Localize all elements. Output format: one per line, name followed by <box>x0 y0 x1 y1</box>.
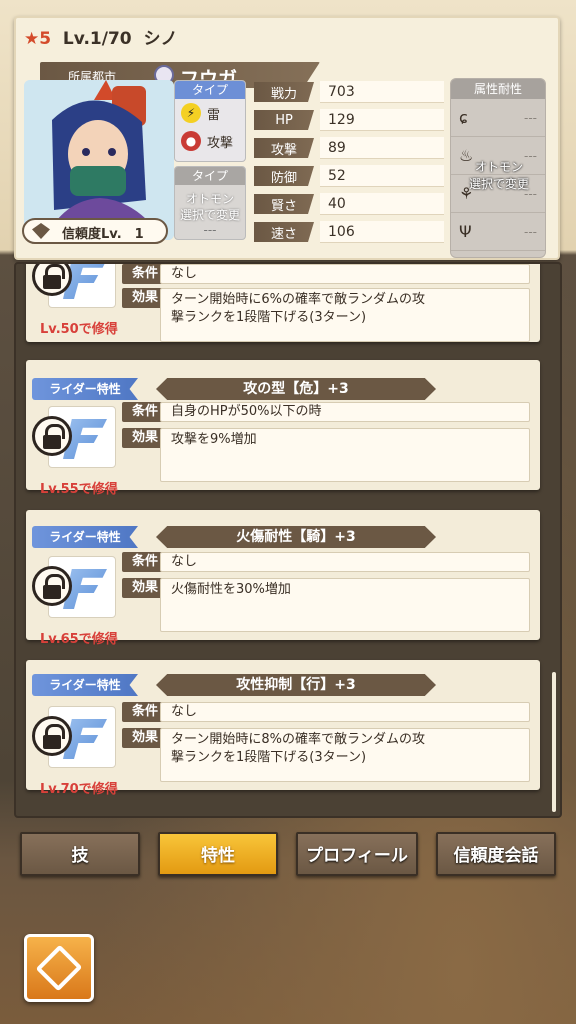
stats-panel: 戦力 703 HP 129 攻撃 89 防御 52 賢さ 40 速さ 106 <box>254 78 444 254</box>
learn-level: Lv.70で修得 <box>40 782 118 797</box>
type-panel: タイプ ⚡ 雷 ● 攻撃 タイプ オトモン 選択で変更 --- <box>174 80 246 240</box>
effect-value: 火傷耐性を30%増加 <box>160 578 530 632</box>
tab-traits[interactable]: 特性 <box>158 832 278 876</box>
lock-icon <box>32 716 72 756</box>
back-button[interactable] <box>24 934 94 1002</box>
skill-card[interactable]: ライダー特性 火傷耐性【騎】+3 Lv.65で修得 条件 なし 効果 火傷耐性を… <box>26 510 540 647</box>
scrollbar[interactable] <box>552 672 556 812</box>
effect-value: ターン開始時に6%の確率で敵ランダムの攻 撃ランクを1段階下げる(3ターン) <box>160 288 530 342</box>
stat-value: 106 <box>320 221 444 243</box>
lock-icon <box>32 416 72 456</box>
skill-card[interactable]: ライダー特性 攻の型【危】+3 Lv.55で修得 条件 自身のHPが50%以下の… <box>26 360 540 497</box>
otomon-dash: --- <box>203 223 217 237</box>
element-label: 雷 <box>207 107 221 123</box>
monster-name: シノ <box>143 29 178 49</box>
effect-value: 攻撃を9%増加 <box>160 428 530 482</box>
stat-row: 防御 52 <box>254 162 444 190</box>
swirl-icon: ɕ <box>459 108 468 127</box>
stat-value: 129 <box>320 109 444 131</box>
star-icon: ★5 <box>24 29 52 49</box>
skill-card[interactable]: Lv.50で修得 条件 なし 効果 ターン開始時に6%の確率で敵ランダムの攻 撃ラ… <box>26 264 540 342</box>
lock-icon <box>32 566 72 606</box>
tab-profile[interactable]: プロフィール <box>296 832 418 876</box>
monster-portrait[interactable] <box>24 80 174 240</box>
thunder-icon: ⚡ <box>181 103 201 123</box>
stat-row: 速さ 106 <box>254 218 444 246</box>
resistance-title: 属性耐性 <box>451 79 545 99</box>
stat-value: 52 <box>320 165 444 187</box>
otomon-type-box: タイプ オトモン 選択で変更 --- <box>174 166 246 240</box>
tab-skills[interactable]: 技 <box>20 832 140 876</box>
monster-title-line: ★5 Lv.1/70 シノ <box>24 24 177 49</box>
tab-trust-talk[interactable]: 信頼度会話 <box>436 832 556 876</box>
stat-label: 攻撃 <box>254 138 314 158</box>
learn-level: Lv.65で修得 <box>40 632 118 647</box>
condition-value: 自身のHPが50%以下の時 <box>160 402 530 422</box>
skill-card[interactable]: ライダー特性 攻性抑制【行】+3 Lv.70で修得 条件 なし 効果 ターン開始… <box>26 660 540 797</box>
condition-value: なし <box>160 552 530 572</box>
learn-level: Lv.55で修得 <box>40 482 118 497</box>
back-icon <box>35 944 83 992</box>
stat-row: 攻撃 89 <box>254 134 444 162</box>
otomon-note: オトモン 選択で変更 <box>179 192 240 222</box>
stat-value: 703 <box>320 81 444 103</box>
stat-label: 賢さ <box>254 194 314 214</box>
stat-row: 戦力 703 <box>254 78 444 106</box>
stat-label: 防御 <box>254 166 314 186</box>
trust-level-badge: 信頼度Lv. 1 <box>22 218 168 244</box>
learn-level: Lv.50で修得 <box>40 322 118 337</box>
stat-value: 89 <box>320 137 444 159</box>
stat-label: 速さ <box>254 222 314 242</box>
skill-list[interactable]: Lv.50で修得 条件 なし 効果 ターン開始時に6%の確率で敵ランダムの攻 撃ラ… <box>14 262 562 818</box>
resistance-panel: 属性耐性 ɕ --- ♨ --- ⚘ --- Ψ --- オトモン 選択で変更 <box>450 78 546 258</box>
resistance-row: Ψ --- <box>451 213 545 251</box>
stat-value: 40 <box>320 193 444 215</box>
attack-icon: ● <box>181 131 201 151</box>
fang-icon: Ψ <box>459 222 472 241</box>
resistance-note: オトモン 選択で変更 <box>468 160 529 191</box>
resistance-row: ɕ --- <box>451 99 545 137</box>
trust-icon <box>32 223 50 239</box>
effect-value: ターン開始時に8%の確率で敵ランダムの攻 撃ランクを1段階下げる(3ターン) <box>160 728 530 782</box>
trust-label: 信頼度Lv. 1 <box>62 227 144 242</box>
stat-row: HP 129 <box>254 106 444 134</box>
condition-value: なし <box>160 264 530 284</box>
type-box: タイプ ⚡ 雷 ● 攻撃 <box>174 80 246 162</box>
otomon-type-title: タイプ <box>175 167 245 185</box>
stat-row: 賢さ 40 <box>254 190 444 218</box>
stat-label: 戦力 <box>254 82 314 102</box>
stat-label: HP <box>254 110 314 130</box>
type-title: タイプ <box>175 81 245 99</box>
level: Lv.1/70 <box>62 29 132 49</box>
attack-type-label: 攻撃 <box>207 135 234 151</box>
condition-value: なし <box>160 702 530 722</box>
monster-header: ★5 Lv.1/70 シノ 所属都市 フウガ 信頼度Lv. 1 タイプ ⚡ 雷 ●… <box>14 16 560 260</box>
